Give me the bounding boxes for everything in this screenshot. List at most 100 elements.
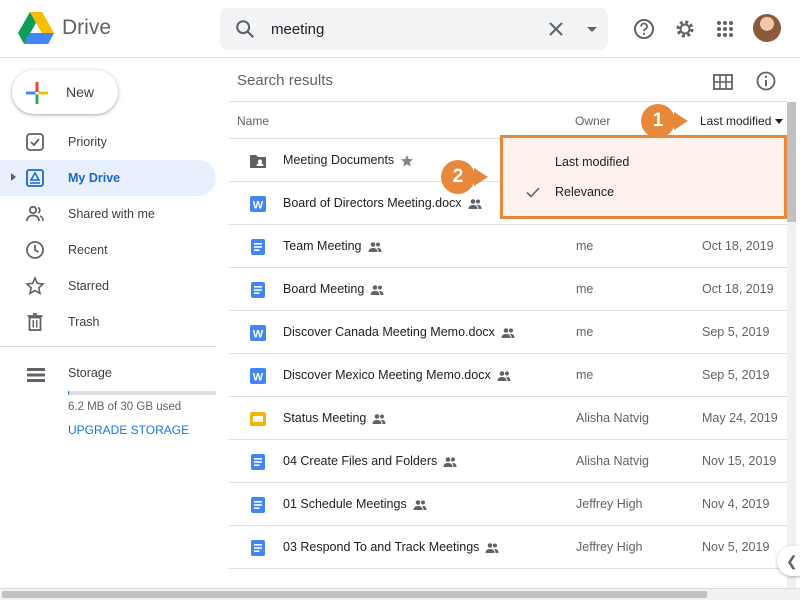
file-owner: Alisha Natvig — [576, 454, 649, 468]
file-last-modified: Nov 15, 2019 — [702, 454, 777, 468]
file-name-text: 01 Schedule Meetings — [283, 497, 407, 511]
sort-menu: Last modified Relevance — [500, 135, 787, 219]
shared-with-me-icon — [26, 205, 44, 222]
sidebar-item-label: My Drive — [68, 171, 121, 185]
info-icon[interactable] — [755, 70, 777, 92]
sidebar-item-label: Shared with me — [68, 207, 155, 221]
sidebar-divider — [0, 346, 216, 347]
slides-icon — [249, 410, 267, 428]
shared-icon — [372, 412, 386, 426]
file-name-text: Meeting Documents — [283, 153, 395, 167]
file-row[interactable]: Board Meeting me Oct 18, 2019 — [229, 268, 787, 311]
search-icon[interactable] — [234, 18, 256, 40]
file-row[interactable]: 01 Schedule Meetings Jeffrey High Nov 4, 2… — [229, 483, 787, 526]
storage-usage-text: 6.2 MB of 30 GB used — [68, 401, 182, 413]
drive-logo[interactable] — [18, 12, 54, 44]
clock-icon — [26, 241, 44, 259]
file-name-text: Discover Mexico Meeting Memo.docx — [283, 368, 491, 382]
apps-grid-icon[interactable] — [712, 16, 738, 42]
gear-icon[interactable] — [672, 16, 698, 42]
vertical-scrollbar[interactable] — [787, 102, 796, 588]
help-icon[interactable] — [631, 16, 657, 42]
file-row[interactable]: Team Meeting me Oct 18, 2019 — [229, 225, 787, 268]
word-doc-icon: W — [249, 324, 267, 342]
google-doc-icon — [249, 496, 267, 514]
storage-label[interactable]: Storage — [68, 366, 112, 380]
horizontal-scrollbar-thumb[interactable] — [2, 591, 707, 598]
grid-view-icon[interactable] — [712, 71, 734, 93]
new-button-label: New — [66, 84, 95, 100]
word-doc-icon: W — [249, 367, 267, 385]
storage-progress-fill — [68, 391, 70, 395]
file-name: Meeting Documents — [283, 153, 414, 168]
google-doc-icon — [249, 453, 267, 471]
file-last-modified: May 24, 2019 — [702, 411, 778, 425]
star-icon — [400, 154, 414, 168]
sidebar-item-label: Starred — [68, 279, 109, 293]
sidebar-item-label: Trash — [68, 315, 100, 329]
callout-badge-2: 2 — [441, 160, 475, 194]
file-last-modified: Oct 18, 2019 — [702, 239, 774, 253]
storage-icon — [27, 368, 45, 382]
svg-text:W: W — [253, 329, 264, 341]
sort-dropdown-icon[interactable] — [775, 119, 783, 124]
file-name-text: Board Meeting — [283, 282, 365, 296]
file-row[interactable]: W Discover Canada Meeting Memo.docx me Sep … — [229, 311, 787, 354]
column-header-owner[interactable]: Owner — [575, 114, 610, 128]
plus-icon — [26, 82, 48, 104]
checkmark-icon — [526, 187, 540, 198]
file-name: 03 Respond To and Track Meetings — [283, 540, 499, 555]
file-last-modified: Sep 5, 2019 — [702, 325, 770, 339]
callout-arrow-1 — [674, 112, 688, 130]
shared-icon — [413, 498, 427, 512]
chevron-left-icon: ❮ — [786, 553, 798, 569]
folder-icon — [249, 152, 267, 170]
app-name: Drive — [62, 16, 112, 39]
file-row[interactable]: 04 Create Files and Folders Alisha Natvig… — [229, 440, 787, 483]
star-icon — [25, 276, 45, 296]
file-name: Discover Mexico Meeting Memo.docx — [283, 368, 511, 383]
sidebar-item-trash[interactable]: Trash — [0, 304, 216, 340]
google-doc-icon — [249, 539, 267, 557]
expand-arrow-icon[interactable] — [11, 173, 16, 181]
upgrade-storage-link[interactable]: UPGRADE STORAGE — [68, 423, 189, 437]
file-row[interactable]: 03 Respond To and Track Meetings Jeffrey … — [229, 526, 787, 569]
file-owner: me — [576, 239, 594, 253]
close-icon[interactable] — [546, 19, 566, 39]
column-header-row: Name Owner Last modified — [229, 101, 787, 139]
svg-text:W: W — [253, 200, 264, 212]
file-name-text: Status Meeting — [283, 411, 367, 425]
file-row[interactable]: W Discover Mexico Meeting Memo.docx me Sep … — [229, 354, 787, 397]
new-button[interactable]: New — [12, 70, 118, 114]
shared-icon — [368, 240, 382, 254]
side-panel-toggle[interactable]: ❮ — [777, 546, 800, 576]
sidebar-item-priority[interactable]: Priority — [0, 124, 216, 160]
sidebar-item-starred[interactable]: Starred — [0, 268, 216, 304]
file-last-modified: Sep 5, 2019 — [702, 368, 770, 382]
my-drive-icon — [26, 169, 44, 187]
menu-item-relevance[interactable]: Relevance — [503, 178, 784, 207]
horizontal-scrollbar[interactable] — [0, 588, 800, 600]
google-doc-icon — [249, 281, 267, 299]
scrollbar-thumb[interactable] — [787, 102, 796, 222]
file-owner: Jeffrey High — [576, 497, 643, 511]
file-name: Board of Directors Meeting.docx — [283, 196, 482, 211]
sidebar-item-shared-with-me[interactable]: Shared with me — [0, 196, 216, 232]
shared-icon — [497, 369, 511, 383]
file-last-modified: Nov 5, 2019 — [702, 540, 770, 554]
storage-progress-bar — [68, 391, 216, 395]
file-name: 01 Schedule Meetings — [283, 497, 427, 512]
search-options-icon[interactable] — [582, 19, 602, 39]
sidebar-item-label: Recent — [68, 243, 108, 257]
menu-item-last-modified[interactable]: Last modified — [503, 148, 784, 177]
search-input[interactable]: meeting — [271, 21, 324, 38]
sidebar-item-recent[interactable]: Recent — [0, 232, 216, 268]
search-bar[interactable]: meeting — [220, 8, 608, 50]
column-header-name[interactable]: Name — [237, 114, 269, 128]
avatar[interactable] — [753, 14, 781, 42]
google-doc-icon — [249, 238, 267, 256]
column-header-last-modified[interactable]: Last modified — [700, 114, 771, 128]
trash-icon — [27, 313, 43, 331]
sidebar-item-my-drive[interactable]: My Drive — [0, 160, 216, 196]
file-row[interactable]: Status Meeting Alisha Natvig May 24, 2019 — [229, 397, 787, 440]
